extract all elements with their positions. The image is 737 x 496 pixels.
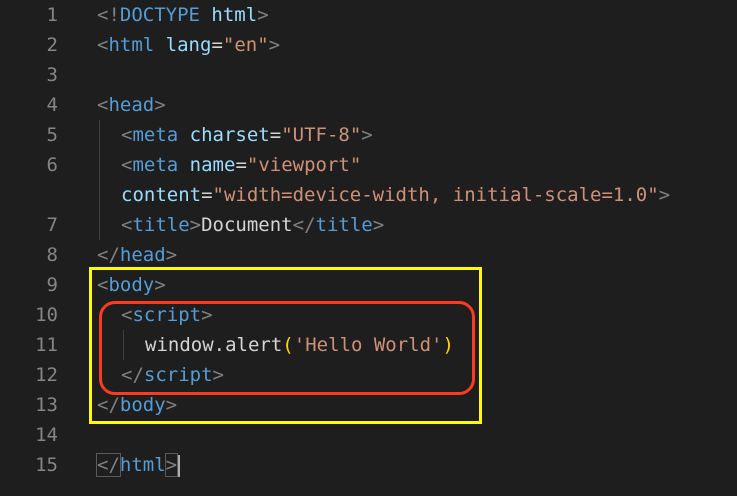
token: "UTF-8": [281, 124, 362, 146]
token: html: [108, 34, 155, 56]
code-line[interactable]: <head>: [97, 90, 166, 120]
token: title: [315, 214, 373, 236]
line-number: 11: [35, 334, 58, 356]
token: >: [268, 34, 281, 56]
line-number: 12: [35, 364, 58, 386]
line-number: 3: [46, 64, 58, 86]
token: >: [257, 4, 269, 26]
token: >: [658, 184, 671, 206]
token: <: [121, 124, 133, 146]
token: >: [164, 453, 179, 477]
token: DOCTYPE: [119, 4, 200, 26]
token: content: [121, 184, 202, 206]
token: html: [119, 454, 166, 476]
code-line[interactable]: <html lang="en">: [97, 30, 280, 60]
token: "en": [222, 34, 269, 56]
token: name: [189, 154, 236, 176]
token: Document: [201, 214, 293, 236]
code-line[interactable]: </head>: [97, 240, 177, 270]
token: "width=device-width, initial-scale=1.0": [212, 184, 659, 206]
text-cursor: [178, 454, 181, 477]
line-number: 8: [46, 244, 58, 266]
code-line-wrapped[interactable]: content="width=device-width, initial-sca…: [121, 180, 670, 210]
line-number: 7: [46, 214, 58, 236]
token: =: [269, 124, 282, 146]
token: </: [96, 453, 121, 477]
token: >: [154, 94, 166, 116]
token: html: [211, 4, 258, 26]
token: charset: [189, 124, 270, 146]
code-line[interactable]: <title>Document</title>: [121, 210, 384, 240]
line-number: 13: [35, 394, 58, 416]
line-number: 2: [46, 34, 58, 56]
token: =: [211, 34, 223, 56]
token: head: [108, 94, 155, 116]
token: lang: [165, 34, 212, 56]
line-number: 10: [35, 304, 58, 326]
token: <: [121, 214, 133, 236]
token: >: [361, 124, 373, 146]
line-number: 6: [46, 154, 58, 176]
token: head: [119, 244, 166, 266]
token: >: [189, 214, 202, 236]
line-number: 4: [46, 94, 58, 116]
code-line[interactable]: <meta name="viewport": [121, 150, 361, 180]
line-number-gutter: 1 2 3 4 5 6 7 8 9 10 11 12 13 14 15: [0, 0, 72, 496]
script-highlight-box: [99, 301, 475, 395]
token: </: [292, 214, 316, 236]
code-line[interactable]: <!DOCTYPE html>: [97, 0, 269, 30]
token: <: [97, 34, 109, 56]
token: =: [235, 154, 247, 176]
code-editor[interactable]: 1 2 3 4 5 6 7 8 9 10 11 12 13 14 15 <!DO…: [0, 0, 737, 496]
indent-guide: [99, 120, 100, 240]
token: >: [372, 214, 385, 236]
line-number: 9: [46, 274, 58, 296]
token: </: [97, 244, 120, 266]
token: meta: [132, 124, 179, 146]
token: "viewport": [246, 154, 362, 176]
code-line[interactable]: </html>: [96, 450, 181, 480]
line-number: 1: [46, 4, 58, 26]
token: <: [121, 154, 133, 176]
line-number: 15: [35, 454, 58, 476]
token: >: [165, 244, 178, 266]
token: meta: [132, 154, 179, 176]
line-number: 5: [46, 124, 58, 146]
line-number: 14: [35, 424, 58, 446]
token: <: [97, 94, 109, 116]
code-line[interactable]: <meta charset="UTF-8">: [121, 120, 373, 150]
token: title: [132, 214, 190, 236]
token: =: [201, 184, 213, 206]
token: <!: [97, 4, 120, 26]
